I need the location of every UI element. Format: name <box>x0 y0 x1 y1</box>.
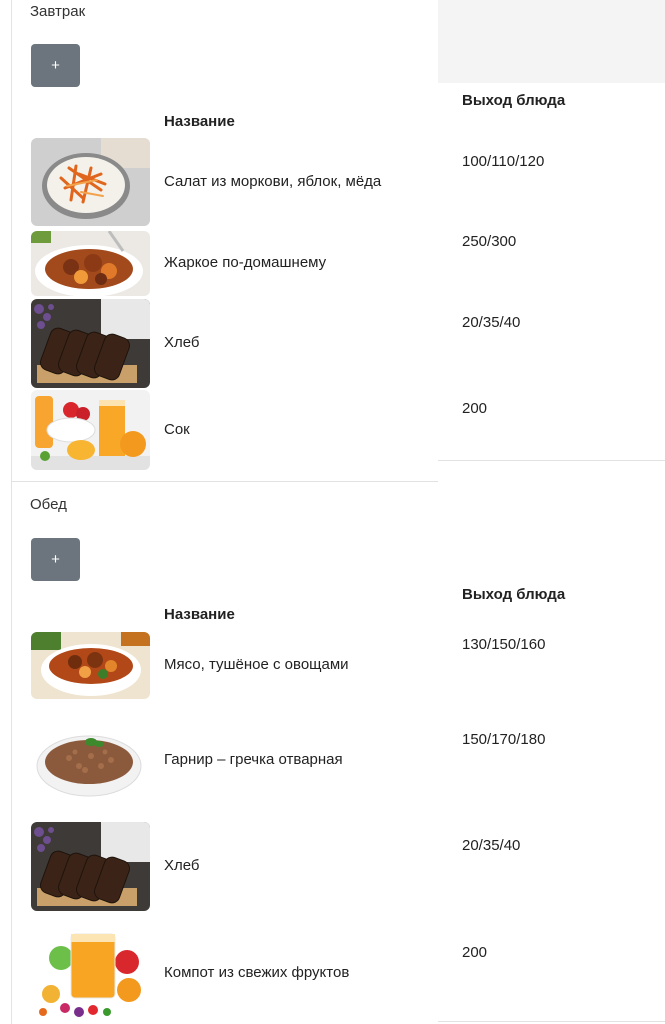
add-dish-button-breakfast[interactable]: + <box>31 44 80 87</box>
carrot-salad-image <box>31 138 150 226</box>
dish-name: Сок <box>164 421 190 438</box>
column-header-yield: Выход блюда <box>462 92 566 109</box>
add-dish-button-lunch[interactable]: + <box>31 538 80 581</box>
divider <box>438 1021 665 1022</box>
bread-image <box>31 299 150 388</box>
dish-yield: 150/170/180 <box>462 731 546 748</box>
left-border <box>11 0 12 1024</box>
dish-name: Хлеб <box>164 857 200 874</box>
dish-yield: 200 <box>462 944 488 961</box>
buckwheat-image <box>31 722 150 802</box>
stew-image <box>31 231 150 296</box>
dish-yield: 100/110/120 <box>462 153 545 170</box>
dish-name: Жаркое по-домашнему <box>164 254 327 271</box>
dish-yield: 250/300 <box>462 233 517 250</box>
meat-stew-image <box>31 632 150 699</box>
dish-yield: 200 <box>462 400 488 417</box>
dish-name: Хлеб <box>164 334 200 351</box>
dish-name: Компот из свежих фруктов <box>164 964 350 981</box>
header-panel <box>438 0 665 83</box>
column-header-name: Название <box>164 113 235 130</box>
dish-name: Салат из моркови, яблок, мёда <box>164 173 382 190</box>
divider <box>438 460 665 461</box>
section-title-breakfast: Завтрак <box>30 3 86 20</box>
column-header-yield: Выход блюда <box>462 586 566 603</box>
fruit-compote-image <box>31 928 150 1020</box>
column-header-name: Название <box>164 606 235 623</box>
juice-image <box>31 390 150 470</box>
divider <box>11 481 438 482</box>
dish-yield: 20/35/40 <box>462 314 521 331</box>
bread-image <box>31 822 150 911</box>
dish-yield: 130/150/160 <box>462 636 546 653</box>
section-title-lunch: Обед <box>30 496 67 513</box>
dish-yield: 20/35/40 <box>462 837 521 854</box>
dish-name: Гарнир – гречка отварная <box>164 751 343 768</box>
dish-name: Мясо, тушёное с овощами <box>164 656 349 673</box>
